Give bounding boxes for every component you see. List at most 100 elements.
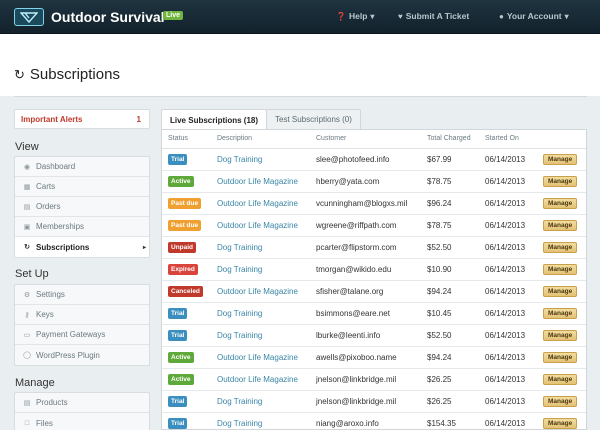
manage-button[interactable]: Manage [543,175,578,187]
setup-menu: ⚙ Settings ⚷ Keys ▭ Payment Gateways ◯ W… [14,284,150,366]
actions-cell: Manage [537,390,586,413]
submit-ticket-link[interactable]: ♥ Submit A Ticket [398,11,469,21]
chevron-down-icon: ▾ [370,11,375,21]
app-title[interactable]: Outdoor Survival [51,9,165,25]
col-actions [537,130,586,149]
account-menu[interactable]: ● Your Account ▾ [499,11,569,21]
description-cell[interactable]: Dog Training [211,324,310,347]
table-row: Past due Outdoor Life Magazine wgreene@rif… [162,214,586,237]
sidebar-item-files[interactable]: □ Files [15,413,149,430]
col-description: Description [211,130,310,149]
total-charged-cell: $52.50 [421,324,479,347]
status-cell: Active [162,170,211,193]
alerts-count: 1 [136,115,141,124]
table-row: Trial Dog Training lburke@leenti.info $52.5… [162,324,586,347]
sidebar-item-label: Carts [36,182,56,191]
manage-button[interactable]: Manage [543,153,578,165]
sidebar-item-products[interactable]: ▤ Products [15,393,149,413]
total-charged-cell: $94.24 [421,346,479,369]
started-on-cell: 06/14/2013 [479,148,537,171]
manage-button[interactable]: Manage [543,285,578,297]
sidebar-item-payment-gateways[interactable]: ▭ Payment Gateways [15,325,149,345]
top-bar: Outdoor Survival Live ❓ Help ▾ ♥ Submit … [0,0,600,34]
section-manage-heading: Manage [15,377,55,389]
gear-icon: ⚙ [23,291,31,299]
description-cell[interactable]: Outdoor Life Magazine [211,192,310,215]
status-cell: Active [162,346,211,369]
status-badge: Trial [168,395,188,407]
manage-button[interactable]: Manage [543,395,578,407]
important-alerts[interactable]: Important Alerts 1 [14,109,150,129]
total-charged-cell: $78.75 [421,214,479,237]
description-cell[interactable]: Dog Training [211,258,310,281]
status-badge: Canceled [168,285,203,297]
sidebar-item-dashboard[interactable]: ◉ Dashboard [15,157,149,177]
description-cell[interactable]: Dog Training [211,236,310,259]
description-cell[interactable]: Dog Training [211,390,310,413]
table-header-row: Status Description Customer Total Charge… [162,130,586,149]
total-charged-cell: $10.90 [421,258,479,281]
sidebar-item-wordpress-plugin[interactable]: ◯ WordPress Plugin [15,345,149,365]
manage-button[interactable]: Manage [543,329,578,341]
started-on-cell: 06/14/2013 [479,368,537,391]
key-icon: ⚷ [24,311,30,319]
page-title: ↻ Subscriptions [14,66,120,83]
manage-button[interactable]: Manage [543,373,578,385]
actions-cell: Manage [537,412,586,429]
description-cell[interactable]: Dog Training [211,302,310,325]
status-cell: Past due [162,192,211,215]
status-badge: Trial [168,329,188,341]
manage-button[interactable]: Manage [543,219,578,231]
table-row: Expired Dog Training tmorgan@wikido.edu $10… [162,258,586,281]
started-on-cell: 06/14/2013 [479,192,537,215]
manage-button[interactable]: Manage [543,351,578,363]
table-row: Active Outdoor Life Magazine jnelson@linkb… [162,368,586,391]
description-cell[interactable]: Outdoor Life Magazine [211,280,310,303]
page-header [0,34,600,96]
started-on-cell: 06/14/2013 [479,236,537,259]
manage-button[interactable]: Manage [543,307,578,319]
tab-live-subscriptions[interactable]: Live Subscriptions (18) [161,109,268,130]
description-cell[interactable]: Dog Training [211,148,310,171]
sidebar-item-settings[interactable]: ⚙ Settings [15,285,149,305]
total-charged-cell: $154.35 [421,412,479,429]
table-row: Canceled Outdoor Life Magazine sfisher@tal… [162,280,586,303]
status-cell: Expired [162,258,211,281]
status-badge: Active [168,373,194,385]
manage-button[interactable]: Manage [543,263,578,275]
manage-button[interactable]: Manage [543,417,578,429]
manage-button[interactable]: Manage [543,241,578,253]
view-menu: ◉ Dashboard ▦ Carts ▤ Orders ▣ Membershi… [14,156,150,258]
customer-cell: sfisher@talane.org [310,280,421,303]
status-badge: Past due [168,197,202,209]
help-menu[interactable]: ❓ Help ▾ [336,11,374,21]
chevron-down-icon: ▾ [564,11,569,21]
user-icon: ● [499,11,504,21]
sidebar-item-keys[interactable]: ⚷ Keys [15,305,149,325]
sidebar-item-memberships[interactable]: ▣ Memberships [15,217,149,237]
customer-cell: jnelson@linkbridge.mil [310,390,421,413]
description-cell[interactable]: Outdoor Life Magazine [211,214,310,237]
description-cell[interactable]: Outdoor Life Magazine [211,346,310,369]
actions-cell: Manage [537,302,586,325]
description-cell[interactable]: Outdoor Life Magazine [211,170,310,193]
status-badge: Expired [168,263,198,275]
sidebar-item-orders[interactable]: ▤ Orders [15,197,149,217]
table-row: Trial Dog Training niang@aroxo.info $154.35… [162,412,586,429]
actions-cell: Manage [537,258,586,281]
sidebar-item-subscriptions[interactable]: ↻ Subscriptions ▸ [15,237,149,257]
sidebar-item-label: Subscriptions [36,242,90,252]
description-cell[interactable]: Dog Training [211,412,310,429]
file-icon: □ [24,419,30,427]
tab-test-subscriptions[interactable]: Test Subscriptions (0) [266,109,361,129]
status-cell: Trial [162,324,211,347]
customer-cell: jnelson@linkbridge.mil [310,368,421,391]
logo-icon[interactable] [14,8,44,26]
started-on-cell: 06/14/2013 [479,412,537,429]
table-row: Active Outdoor Life Magazine hberry@yata.c… [162,170,586,193]
sidebar-item-carts[interactable]: ▦ Carts [15,177,149,197]
status-badge: Active [168,175,194,187]
total-charged-cell: $78.75 [421,170,479,193]
description-cell[interactable]: Outdoor Life Magazine [211,368,310,391]
manage-button[interactable]: Manage [543,197,578,209]
